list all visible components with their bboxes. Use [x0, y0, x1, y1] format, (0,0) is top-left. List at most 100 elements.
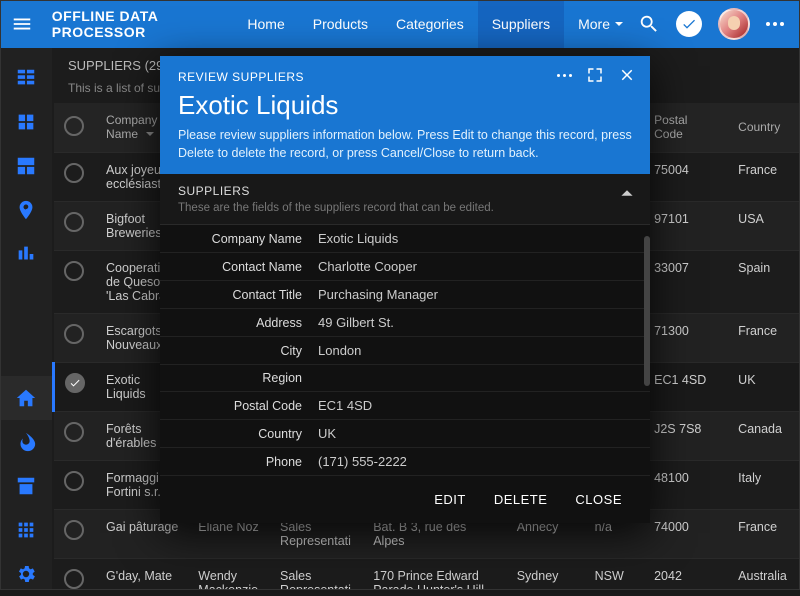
sidebar-feature[interactable]	[0, 144, 52, 188]
edit-button[interactable]: EDIT	[420, 486, 480, 513]
cell-postal: 75004	[644, 152, 728, 201]
sidebar-grid2[interactable]	[0, 508, 52, 552]
grid-icon	[15, 67, 37, 89]
nav-more-label: More	[578, 16, 610, 32]
col-checkbox[interactable]	[54, 103, 97, 152]
detail-row[interactable]: Contact TitlePurchasing Manager	[160, 280, 650, 308]
row-check[interactable]	[64, 569, 84, 589]
row-check[interactable]	[64, 261, 84, 281]
app-title: OFFLINE DATA PROCESSOR	[52, 8, 210, 40]
chevron-up-icon	[620, 186, 634, 205]
cell-country: France	[728, 313, 800, 362]
delete-button[interactable]: DELETE	[480, 486, 562, 513]
cell-city: Sydney	[507, 558, 585, 590]
modal-scrollbar[interactable]	[644, 236, 650, 386]
nav-products[interactable]: Products	[299, 0, 382, 48]
cell-country: Spain	[728, 250, 800, 313]
detail-row[interactable]: Address49 Gilbert St.	[160, 308, 650, 336]
detail-label: Company Name	[178, 232, 318, 246]
sidebar-chart[interactable]	[0, 232, 52, 276]
detail-value: Purchasing Manager	[318, 287, 632, 302]
sidebar-settings[interactable]	[0, 552, 52, 596]
col-country[interactable]: Country	[728, 103, 800, 152]
header-right	[638, 8, 792, 40]
detail-label: Postal Code	[178, 399, 318, 413]
row-check[interactable]	[64, 422, 84, 442]
chart-icon	[15, 243, 37, 265]
cell-country: UK	[728, 362, 800, 411]
detail-row[interactable]: Contact NameCharlotte Cooper	[160, 252, 650, 280]
cell-postal: 2042	[644, 558, 728, 590]
col-postal[interactable]: Postal Code	[644, 103, 728, 152]
row-check[interactable]	[64, 163, 84, 183]
sidebar-fire[interactable]	[0, 420, 52, 464]
modal-section-header[interactable]: SUPPLIERS These are the fields of the su…	[160, 174, 650, 225]
row-check[interactable]	[64, 324, 84, 344]
sidebar-archive[interactable]	[0, 464, 52, 508]
nav-suppliers[interactable]: Suppliers	[478, 0, 564, 48]
sidebar-apps[interactable]	[0, 100, 52, 144]
cell-company: G'day, Mate	[96, 558, 188, 590]
detail-row[interactable]: Phone(171) 555-2222	[160, 447, 650, 475]
modal-footer: EDIT DELETE CLOSE	[160, 475, 650, 523]
detail-value: Charlotte Cooper	[318, 259, 632, 274]
modal-header: REVIEW SUPPLIERS Exotic Liquids Please r…	[160, 56, 650, 174]
more-actions[interactable]	[766, 22, 784, 26]
chevron-down-icon	[614, 19, 624, 29]
check-icon	[681, 16, 697, 32]
sync-status[interactable]	[676, 11, 702, 37]
table-row[interactable]: G'day, MateWendy MackenzieSales Represen…	[54, 558, 800, 590]
nav-categories[interactable]: Categories	[382, 0, 478, 48]
fullscreen-icon[interactable]	[586, 66, 604, 84]
cell-postal: 97101	[644, 201, 728, 250]
nav-more[interactable]: More	[564, 0, 638, 48]
detail-row[interactable]: Region	[160, 364, 650, 391]
sidebar-location[interactable]	[0, 188, 52, 232]
cell-country: Italy	[728, 460, 800, 509]
detail-row[interactable]: CityLondon	[160, 336, 650, 364]
modal-section-sub: These are the fields of the suppliers re…	[178, 202, 632, 214]
detail-value: Exotic Liquids	[318, 231, 632, 246]
sidebar-home[interactable]	[0, 376, 52, 420]
settings-icon	[15, 563, 37, 585]
cell-postal: 71300	[644, 313, 728, 362]
row-check[interactable]	[64, 212, 84, 232]
row-check[interactable]	[64, 471, 84, 491]
dashboard-icon	[15, 155, 37, 177]
row-check[interactable]	[65, 373, 85, 393]
grid2-icon	[15, 519, 37, 541]
close-button[interactable]: CLOSE	[561, 486, 636, 513]
user-avatar[interactable]	[718, 8, 750, 40]
fire-icon	[15, 431, 37, 453]
sidebar-grid[interactable]	[0, 56, 52, 100]
app-header: OFFLINE DATA PROCESSOR Home Products Cat…	[0, 0, 800, 48]
detail-label: Contact Title	[178, 288, 318, 302]
select-all-check[interactable]	[64, 116, 84, 136]
review-modal: REVIEW SUPPLIERS Exotic Liquids Please r…	[160, 56, 650, 523]
sidebar	[0, 48, 52, 590]
menu-button[interactable]	[8, 13, 36, 35]
cell-country: Australia	[728, 558, 800, 590]
cell-country: USA	[728, 201, 800, 250]
cell-country: France	[728, 152, 800, 201]
detail-row[interactable]: Company NameExotic Liquids	[160, 225, 650, 252]
detail-label: Region	[178, 371, 318, 385]
modal-more-actions[interactable]	[557, 74, 572, 77]
detail-label: City	[178, 344, 318, 358]
detail-value: EC1 4SD	[318, 398, 632, 413]
detail-value: UK	[318, 426, 632, 441]
modal-description: Please review suppliers information belo…	[178, 127, 632, 162]
search-icon[interactable]	[638, 13, 660, 35]
close-icon[interactable]	[618, 66, 636, 84]
modal-title: Exotic Liquids	[178, 90, 632, 121]
home-icon	[15, 387, 37, 409]
cell-postal: EC1 4SD	[644, 362, 728, 411]
modal-section-title: SUPPLIERS	[178, 184, 632, 198]
hamburger-icon	[11, 13, 33, 35]
cell-region: NSW	[585, 558, 644, 590]
detail-label: Contact Name	[178, 260, 318, 274]
detail-row[interactable]: Postal CodeEC1 4SD	[160, 391, 650, 419]
nav-home[interactable]: Home	[233, 0, 298, 48]
row-check[interactable]	[64, 520, 84, 540]
detail-row[interactable]: CountryUK	[160, 419, 650, 447]
